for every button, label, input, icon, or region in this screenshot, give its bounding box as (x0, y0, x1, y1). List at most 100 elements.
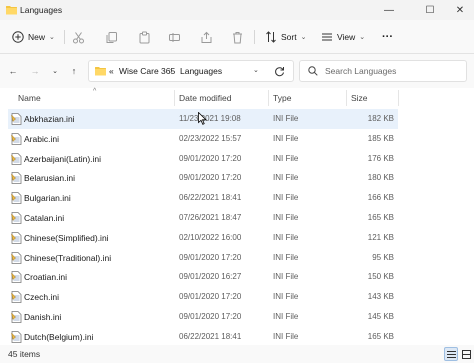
details-view-icon (446, 350, 456, 358)
folder-icon (95, 67, 106, 76)
file-type: INI File (273, 252, 299, 262)
column-divider[interactable] (346, 90, 347, 106)
file-size: 145 KB (367, 312, 394, 321)
file-date-modified: 06/22/2021 18:41 (179, 331, 242, 341)
rename-icon[interactable] (166, 29, 182, 45)
file-date-modified: 07/26/2021 18:47 (179, 213, 242, 222)
ini-file-icon (11, 113, 22, 127)
file-name: Azerbaijani(Latin).ini (24, 153, 102, 164)
sort-button[interactable]: Sort ⌄ (265, 27, 306, 47)
column-header-size[interactable]: Size (351, 88, 368, 108)
new-button[interactable]: New ⌄ (12, 27, 55, 47)
cut-icon[interactable] (70, 29, 86, 45)
file-row[interactable]: Azerbaijani(Latin).ini 09/01/2020 17:20 IN… (8, 149, 398, 169)
refresh-button[interactable] (272, 64, 286, 78)
file-row[interactable]: Bulgarian.ini 06/22/2021 18:41 INI File 166… (8, 188, 398, 208)
address-bar[interactable]: « Wise Care 365 › Languages ⌄ (88, 60, 294, 82)
sort-icon (266, 31, 276, 43)
view-button[interactable]: View ⌄ (321, 27, 365, 47)
file-date-modified: 02/10/2022 16:00 (179, 232, 242, 242)
column-header-date[interactable]: Date modified (179, 88, 231, 108)
file-name: Dutch(Belgium).ini (24, 331, 94, 342)
file-name: Belarusian.ini (24, 173, 76, 184)
new-label: New (28, 32, 46, 42)
ini-file-icon (11, 271, 22, 285)
details-view-button[interactable] (444, 347, 458, 361)
minimize-icon: — (384, 4, 394, 16)
file-type: INI File (273, 292, 299, 302)
chevron-down-icon: ⌄ (49, 34, 55, 41)
mouse-cursor-icon (198, 112, 207, 125)
forward-button[interactable]: → (28, 64, 42, 78)
arrow-up-icon: ↑ (71, 66, 77, 76)
more-icon: ··· (382, 31, 393, 43)
file-name: Croatian.ini (24, 272, 67, 283)
status-bar: 45 items (0, 345, 474, 363)
file-date-modified: 09/01/2020 16:27 (179, 272, 242, 282)
delete-icon[interactable] (229, 29, 245, 45)
view-label: View (337, 32, 356, 42)
file-type: INI File (273, 331, 299, 341)
file-size: 165 KB (367, 331, 394, 341)
file-date-modified: 09/01/2020 17:20 (179, 312, 242, 321)
recent-locations-button[interactable]: ⌄ (48, 64, 62, 78)
file-row[interactable]: Chinese(Simplified).ini 02/10/2022 16:00 I… (8, 228, 398, 248)
column-header-name[interactable]: Name (18, 88, 41, 108)
copy-icon[interactable] (103, 29, 119, 45)
search-input[interactable]: Search Languages (325, 66, 396, 76)
file-name: Chinese(Traditional).ini (24, 252, 112, 263)
file-type: INI File (273, 232, 299, 242)
file-row[interactable]: Catalan.ini 07/26/2021 18:47 INI File 165 K… (8, 208, 398, 228)
file-type: INI File (273, 213, 299, 222)
search-icon (308, 66, 318, 76)
breadcrumb-item[interactable]: Languages (180, 66, 222, 76)
file-size: 180 KB (367, 173, 394, 183)
ini-file-icon (11, 330, 22, 345)
file-row[interactable]: Arabic.ini 02/23/2022 15:57 INI File 185 KB (8, 129, 398, 149)
maximize-icon: ☐ (425, 4, 435, 16)
close-button[interactable]: ✕ (446, 0, 474, 20)
minimize-button[interactable]: — (372, 0, 406, 20)
command-bar: New ⌄ Sort ⌄ View ⌄ ··· (0, 20, 474, 54)
file-row[interactable]: Croatian.ini 09/01/2020 16:27 INI File 150 … (8, 267, 398, 287)
file-size: 176 KB (367, 153, 394, 163)
column-divider[interactable] (398, 90, 399, 106)
maximize-button[interactable]: ☐ (413, 0, 447, 20)
back-button[interactable]: ← (6, 64, 20, 78)
file-size: 182 KB (367, 114, 394, 123)
chevron-down-icon[interactable]: ⌄ (253, 66, 259, 74)
column-divider[interactable] (174, 90, 175, 106)
file-size: 121 KB (367, 232, 394, 242)
arrow-right-icon: → (30, 66, 40, 76)
file-row[interactable]: Dutch(Belgium).ini 06/22/2021 18:41 INI Fi… (8, 327, 398, 347)
file-row[interactable]: Czech.ini 09/01/2020 17:20 INI File 143 KB (8, 287, 398, 307)
ini-file-icon (11, 291, 22, 305)
breadcrumb-item[interactable]: Wise Care 365 (119, 66, 175, 76)
file-date-modified: 09/01/2020 17:20 (179, 252, 242, 262)
up-button[interactable]: ↑ (67, 64, 81, 78)
file-type: INI File (273, 272, 299, 282)
file-size: 95 KB (372, 252, 394, 262)
title-bar: Languages — ☐ ✕ (0, 0, 474, 20)
navigation-bar: ← → ⌄ ↑ « Wise Care 365 › Languages ⌄ Se… (0, 54, 474, 88)
file-row[interactable]: Chinese(Traditional).ini 09/01/2020 17:20… (8, 248, 398, 268)
column-header-type[interactable]: Type (273, 88, 291, 108)
search-box[interactable]: Search Languages (299, 60, 467, 82)
share-icon[interactable] (198, 29, 214, 45)
file-row[interactable]: Danish.ini 09/01/2020 17:20 INI File 145 KB (8, 307, 398, 327)
chevron-down-icon: ⌄ (52, 68, 58, 75)
chevron-down-icon: ⌄ (359, 34, 366, 41)
file-list: ^ Name Date modified Type Size Abkhazian… (0, 88, 474, 343)
breadcrumb-separator: › (170, 66, 173, 75)
file-date-modified: 09/01/2020 17:20 (179, 173, 242, 183)
tiles-view-button[interactable] (459, 347, 473, 361)
file-name: Catalan.ini (24, 213, 65, 223)
paste-icon[interactable] (136, 29, 152, 45)
more-options-button[interactable]: ··· (382, 27, 393, 47)
ini-file-icon (11, 212, 22, 226)
ini-file-icon (11, 172, 22, 186)
column-divider[interactable] (268, 90, 269, 106)
file-type: INI File (273, 312, 299, 321)
file-row[interactable]: Belarusian.ini 09/01/2020 17:20 INI File 18… (8, 168, 398, 188)
breadcrumb-overflow[interactable]: « (109, 66, 114, 76)
